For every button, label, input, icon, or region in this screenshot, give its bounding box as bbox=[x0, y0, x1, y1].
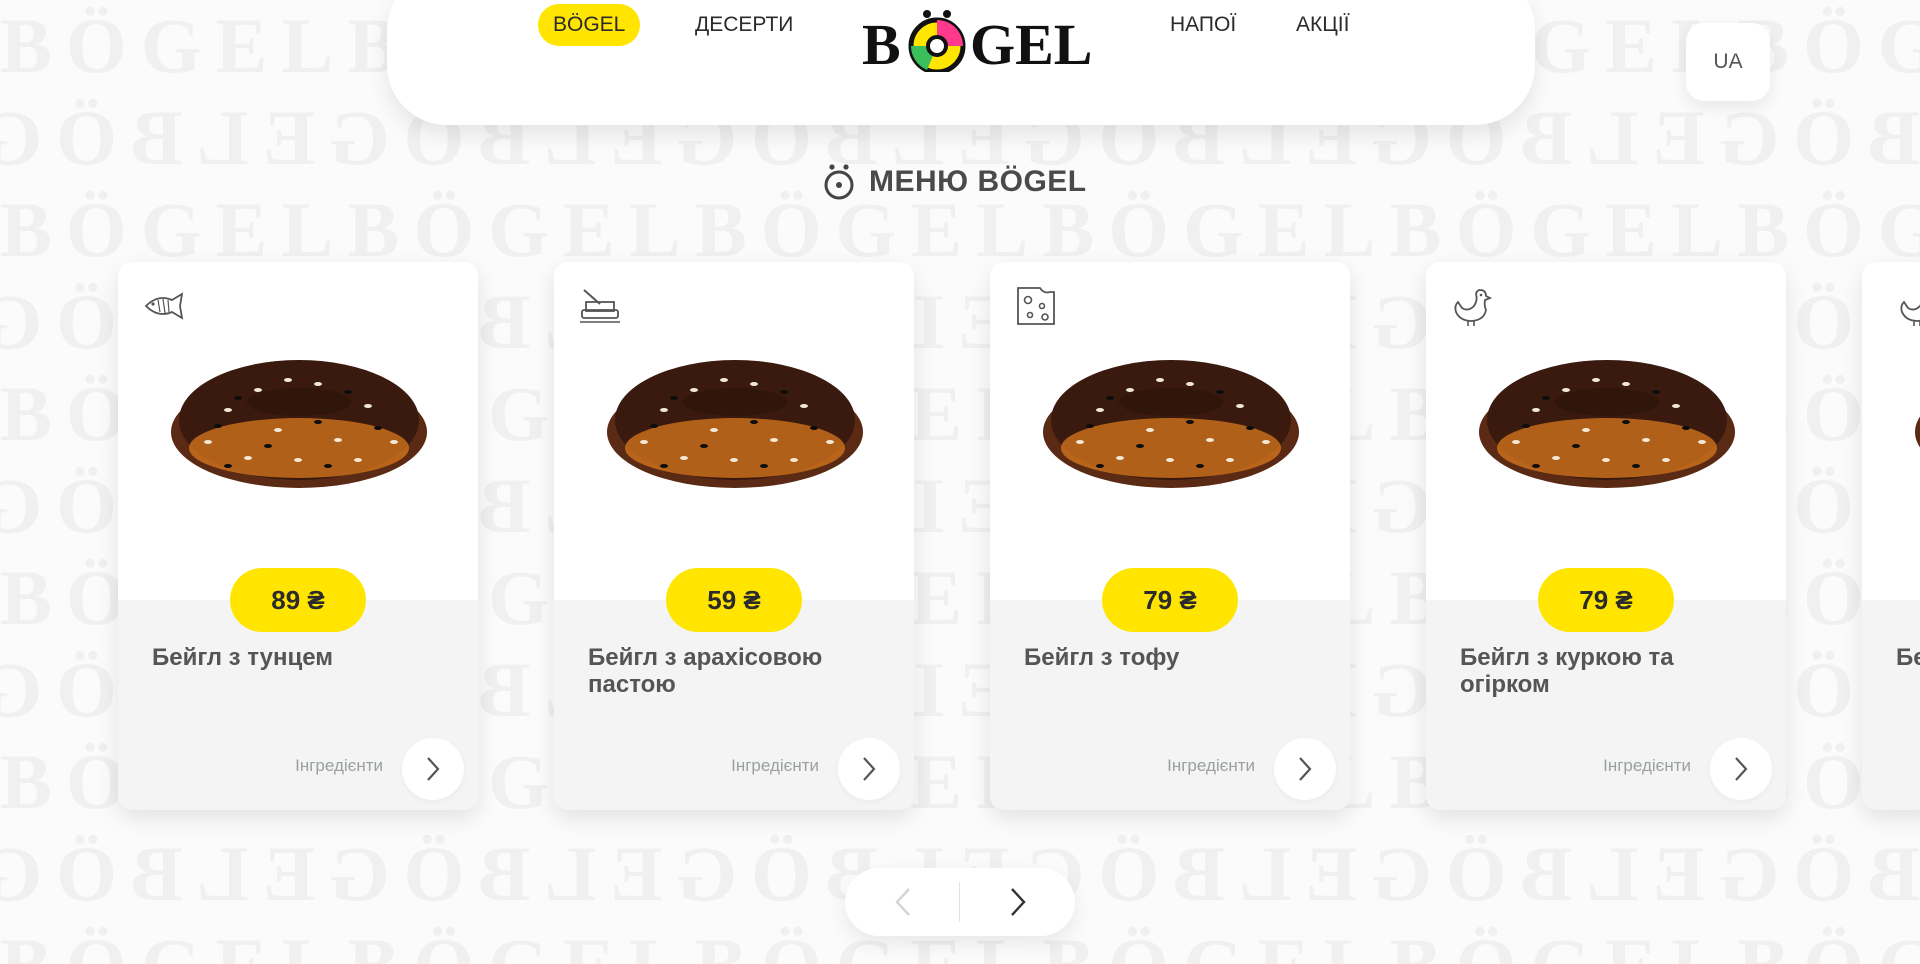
carousel-pager bbox=[845, 868, 1075, 936]
product-card[interactable]: 79 ₴ Бейгл з куркою та огірком Інгредієн… bbox=[1426, 262, 1786, 810]
next-button[interactable] bbox=[960, 868, 1075, 936]
bagel-image bbox=[171, 360, 427, 488]
price-badge: 89 ₴ bbox=[230, 568, 366, 632]
bagel-image bbox=[1043, 360, 1299, 488]
price-badge: 79 ₴ bbox=[1102, 568, 1238, 632]
previous-button[interactable] bbox=[845, 868, 960, 936]
card-info-area bbox=[1862, 600, 1920, 810]
svg-text:GEL: GEL bbox=[970, 12, 1093, 72]
nav-item-desserts[interactable]: Десерти bbox=[680, 4, 808, 46]
chevron-right-icon bbox=[427, 757, 440, 781]
ingredients-link[interactable]: Інгредієнти bbox=[1167, 756, 1255, 776]
chevron-right-icon bbox=[1010, 888, 1026, 916]
chicken-icon bbox=[1900, 300, 1920, 326]
bagel-image bbox=[1915, 416, 1920, 448]
top-navigation: BÖGEL Десерти B GEL Напої Акції bbox=[387, 0, 1535, 125]
bagel-image bbox=[1479, 360, 1735, 488]
nav-item-drinks[interactable]: Напої bbox=[1155, 4, 1251, 46]
bagel-face-icon bbox=[824, 164, 854, 200]
product-name: Бейгл з арахісовою пастою bbox=[588, 644, 823, 698]
section-heading: МЕНЮ BÖGEL bbox=[823, 160, 1087, 204]
product-card[interactable]: Бе bbox=[1862, 262, 1920, 810]
product-card[interactable]: 59 ₴ Бейгл з арахісовою пастою Інгредієн… bbox=[554, 262, 914, 810]
chicken-icon bbox=[1454, 289, 1493, 326]
butter-icon bbox=[580, 289, 620, 323]
product-card[interactable]: 89 ₴ Бейгл з тунцем Інгредієнти bbox=[118, 262, 478, 810]
nav-item-bogel[interactable]: BÖGEL bbox=[538, 4, 641, 46]
price-badge: 59 ₴ bbox=[666, 568, 802, 632]
bagel-image bbox=[607, 360, 863, 488]
chevron-left-icon bbox=[894, 888, 910, 916]
chevron-right-icon bbox=[863, 757, 876, 781]
open-details-button[interactable] bbox=[1274, 738, 1336, 800]
cheese-icon bbox=[1017, 287, 1055, 325]
ingredients-link[interactable]: Інгредієнти bbox=[731, 756, 819, 776]
product-card[interactable]: 79 ₴ Бейгл з тофу Інгредієнти bbox=[990, 262, 1350, 810]
language-switcher[interactable]: UA bbox=[1686, 23, 1770, 101]
price-badge: 79 ₴ bbox=[1538, 568, 1674, 632]
ingredients-link[interactable]: Інгредієнти bbox=[295, 756, 383, 776]
open-details-button[interactable] bbox=[402, 738, 464, 800]
open-details-button[interactable] bbox=[1710, 738, 1772, 800]
fish-icon bbox=[144, 292, 184, 320]
product-name: Бейгл з куркою та огірком bbox=[1460, 644, 1674, 698]
logo[interactable]: B GEL bbox=[862, 10, 1112, 77]
product-name: Бейгл з тофу bbox=[1024, 644, 1180, 671]
product-name: Бейгл з тунцем bbox=[152, 644, 333, 671]
product-name: Бе bbox=[1896, 644, 1920, 671]
chevron-right-icon bbox=[1299, 757, 1312, 781]
ingredients-link[interactable]: Інгредієнти bbox=[1603, 756, 1691, 776]
nav-item-promotions[interactable]: Акції bbox=[1281, 4, 1364, 46]
svg-text:B: B bbox=[862, 12, 901, 72]
chevron-right-icon bbox=[1735, 757, 1748, 781]
section-title: МЕНЮ BÖGEL bbox=[869, 165, 1087, 198]
open-details-button[interactable] bbox=[838, 738, 900, 800]
